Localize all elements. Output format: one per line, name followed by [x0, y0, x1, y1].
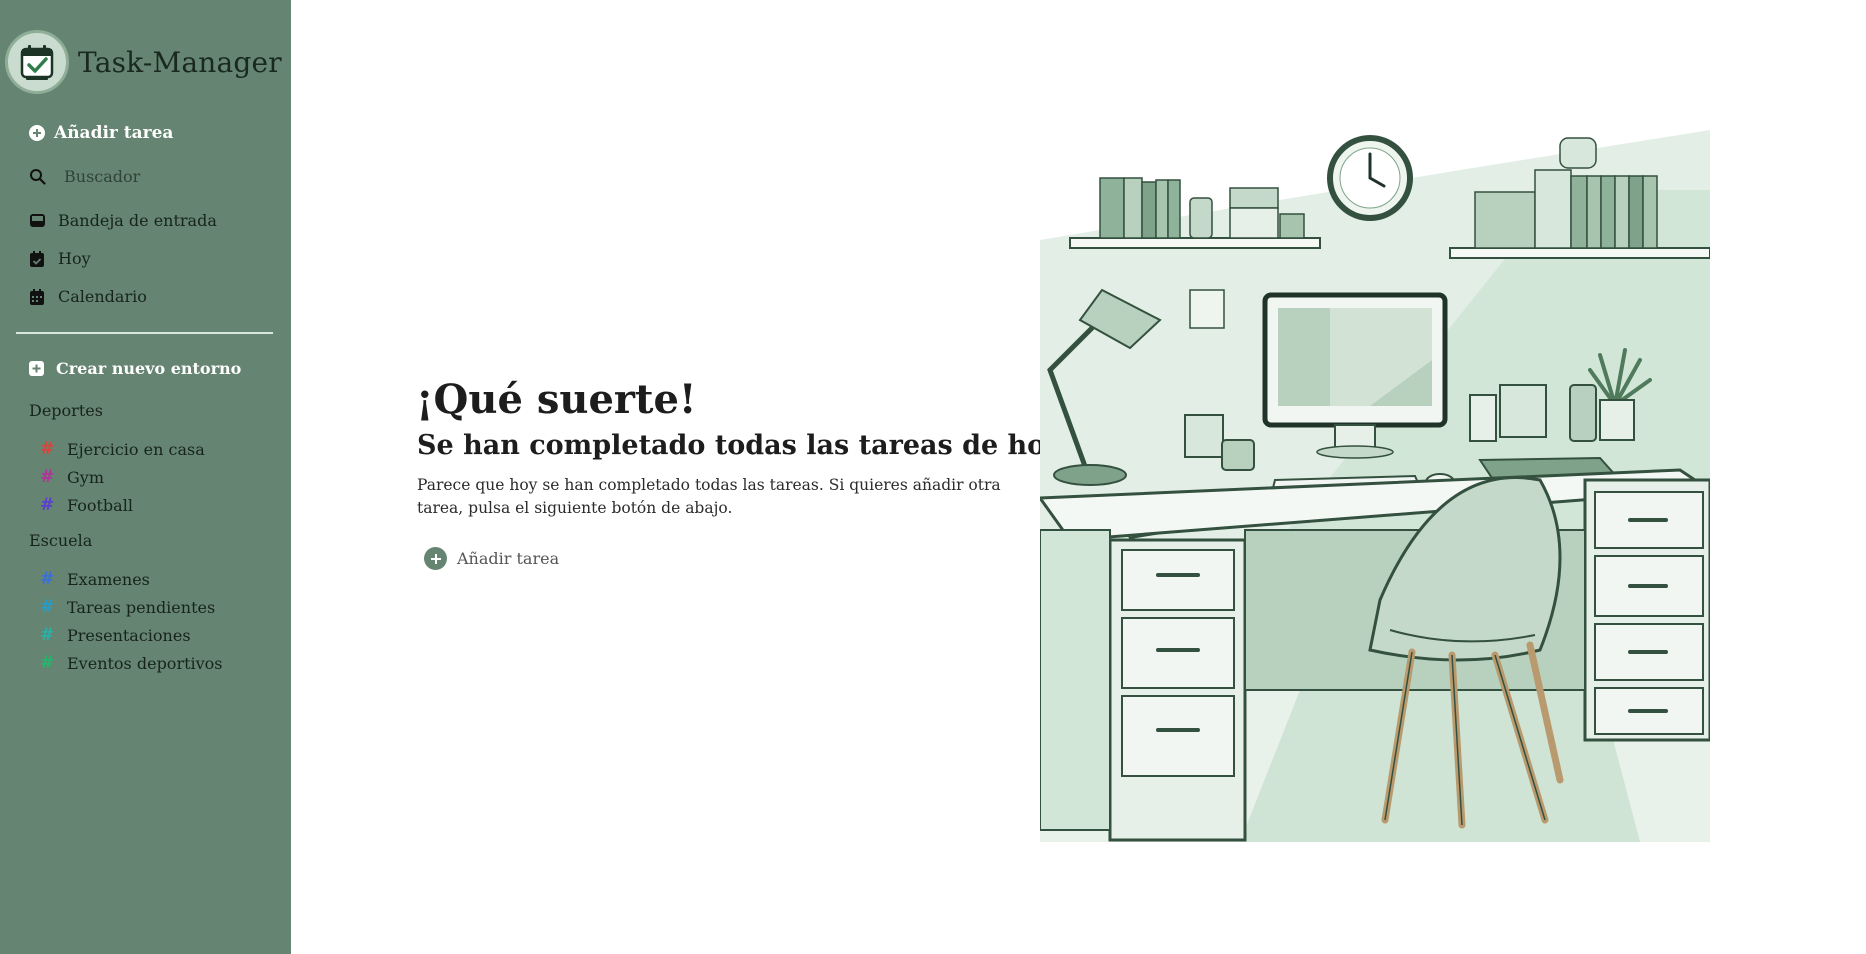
sidebar-item-label: Calendario [58, 287, 147, 306]
sidebar-item-label: Bandeja de entrada [58, 211, 217, 230]
sidebar-item-calendar[interactable]: Calendario [28, 287, 147, 306]
hash-icon: # [40, 597, 55, 617]
project-label: Eventos deportivos [67, 653, 223, 673]
task-manager-logo-icon [5, 30, 69, 94]
project-item[interactable]: # Examenes [40, 569, 150, 589]
sidebar-item-label: Hoy [58, 249, 91, 268]
plus-square-icon [28, 361, 44, 377]
create-environment-label: Crear nuevo entorno [56, 359, 242, 378]
project-label: Examenes [67, 569, 150, 589]
search-bar[interactable] [28, 167, 264, 186]
sidebar-item-inbox[interactable]: Bandeja de entrada [28, 211, 217, 230]
page-subtitle: Se han completado todas las tareas de ho… [417, 430, 1068, 461]
hash-icon: # [40, 467, 55, 487]
add-task-label: Añadir tarea [457, 549, 560, 568]
project-label: Gym [67, 467, 104, 487]
sidebar: Task-Manager Añadir tarea Bandeja de ent… [0, 0, 291, 954]
group-title-escuela[interactable]: Escuela [29, 531, 92, 550]
plus-circle-icon [28, 124, 46, 142]
hash-icon: # [40, 439, 55, 459]
add-task-button[interactable]: Añadir tarea [424, 547, 559, 570]
brand[interactable]: Task-Manager [5, 30, 282, 94]
hash-icon: # [40, 495, 55, 515]
sidebar-item-today[interactable]: Hoy [28, 249, 91, 268]
project-item[interactable]: # Football [40, 495, 133, 515]
project-item[interactable]: # Ejercicio en casa [40, 439, 205, 459]
hash-icon: # [40, 569, 55, 589]
plus-circle-icon [424, 547, 447, 570]
hash-icon: # [40, 653, 55, 673]
add-task-nav-label: Añadir tarea [54, 123, 174, 143]
project-label: Ejercicio en casa [67, 439, 205, 459]
app-title: Task-Manager [78, 45, 282, 79]
calendar-check-icon [28, 250, 46, 268]
group-title-deportes[interactable]: Deportes [29, 401, 103, 420]
project-item[interactable]: # Eventos deportivos [40, 653, 223, 673]
project-label: Football [67, 495, 133, 515]
project-item[interactable]: # Gym [40, 467, 104, 487]
search-icon [28, 168, 46, 186]
add-task-nav-button[interactable]: Añadir tarea [28, 123, 173, 143]
calendar-icon [28, 288, 46, 306]
project-item[interactable]: # Tareas pendientes [40, 597, 215, 617]
hash-icon: # [40, 625, 55, 645]
desk-workspace-illustration [1040, 130, 1710, 842]
project-item[interactable]: # Presentaciones [40, 625, 191, 645]
inbox-icon [28, 212, 46, 230]
project-label: Tareas pendientes [67, 597, 216, 617]
sidebar-divider [16, 332, 273, 334]
create-environment-button[interactable]: Crear nuevo entorno [28, 359, 241, 378]
project-label: Presentaciones [67, 625, 191, 645]
page-description: Parece que hoy se han completado todas l… [417, 476, 1001, 517]
search-input[interactable] [64, 167, 264, 186]
page-title: ¡Qué suerte! [416, 376, 697, 423]
